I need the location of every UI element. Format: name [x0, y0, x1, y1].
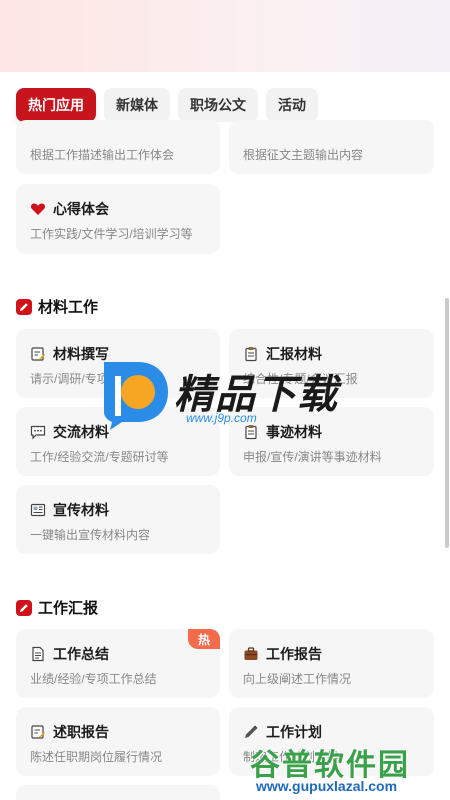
app-card-title: 工作总结: [53, 646, 109, 662]
app-card-experience[interactable]: 心得体会 工作实践/文件学习/培训学习等: [16, 184, 220, 254]
app-card-desc: 根据工作描述输出工作体会: [30, 148, 175, 162]
app-card-work-report[interactable]: 工作报告 向上级阐述工作情况: [229, 629, 434, 698]
pencil-icon: [16, 599, 32, 616]
hot-badge: 热: [188, 629, 220, 649]
section-title-work-report: 工作汇报: [16, 597, 98, 618]
category-tabs: 热门应用 新媒体 职场公文 活动: [16, 88, 318, 122]
section-title-text: 工作汇报: [38, 600, 99, 617]
app-card-title: 宣传材料: [53, 502, 109, 518]
app-card-desc: 申报/宣传/演讲等事迹材料: [243, 450, 382, 464]
app-card-title: 工作计划: [266, 724, 322, 740]
pen-icon: [243, 724, 259, 740]
tab-new-media[interactable]: 新媒体: [104, 88, 170, 122]
app-card-desc: 向上级阐述工作情况: [243, 672, 352, 686]
app-card-desc: 工作/经验交流/专题研讨等: [30, 450, 169, 464]
heart-icon: [30, 201, 46, 217]
app-card-desc: 一键输出宣传材料内容: [30, 528, 151, 542]
note-edit-icon: [30, 346, 46, 362]
app-card-title: 述职报告: [53, 724, 109, 740]
app-card-desc: 工作实践/文件学习/培训学习等: [30, 227, 193, 241]
tab-workplace-docs[interactable]: 职场公文: [178, 88, 258, 122]
app-card-title: 工作报告: [266, 646, 322, 662]
scrollbar[interactable]: [445, 298, 449, 548]
tab-hot-apps[interactable]: 热门应用: [16, 88, 96, 122]
app-card-desc: 陈述任职期岗位履行情况: [30, 750, 163, 764]
app-card-title: 心得体会: [53, 201, 109, 217]
app-card-desc: 业绩/经验/专项工作总结: [30, 672, 157, 686]
watermark-url: www.gupuxlazal.com: [256, 778, 398, 794]
header-gradient: [0, 0, 450, 72]
j9p-logo-icon: [104, 362, 168, 430]
chat-icon: [30, 424, 46, 440]
app-card-partial-right[interactable]: 根据征文主题输出内容: [229, 120, 434, 174]
watermark-url: www.j9p.com: [186, 411, 257, 425]
app-card-partial-left[interactable]: 根据工作描述输出工作体会: [16, 120, 220, 174]
app-card-publicity-materials[interactable]: 宣传材料 一键输出宣传材料内容: [16, 485, 220, 554]
section-title-text: 材料工作: [38, 299, 99, 316]
document-icon: [30, 646, 46, 662]
app-card-partial-bottom[interactable]: [16, 785, 220, 800]
watermark-gupu: 谷普软件园 www.gupuxlazal.com: [248, 740, 450, 800]
app-card-work-summary[interactable]: 热 工作总结 业绩/经验/专项工作总结: [16, 629, 220, 698]
app-card-desc: 根据征文主题输出内容: [243, 148, 364, 162]
newspaper-icon: [30, 502, 46, 518]
briefcase-icon: [243, 646, 259, 662]
note-edit-icon: [30, 724, 46, 740]
watermark-j9p: 精品下载 www.j9p.com: [96, 356, 356, 436]
tab-activities[interactable]: 活动: [266, 88, 318, 122]
app-card-duty-report[interactable]: 述职报告 陈述任职期岗位履行情况: [16, 707, 220, 776]
pencil-icon: [16, 298, 32, 315]
section-title-materials: 材料工作: [16, 296, 98, 317]
